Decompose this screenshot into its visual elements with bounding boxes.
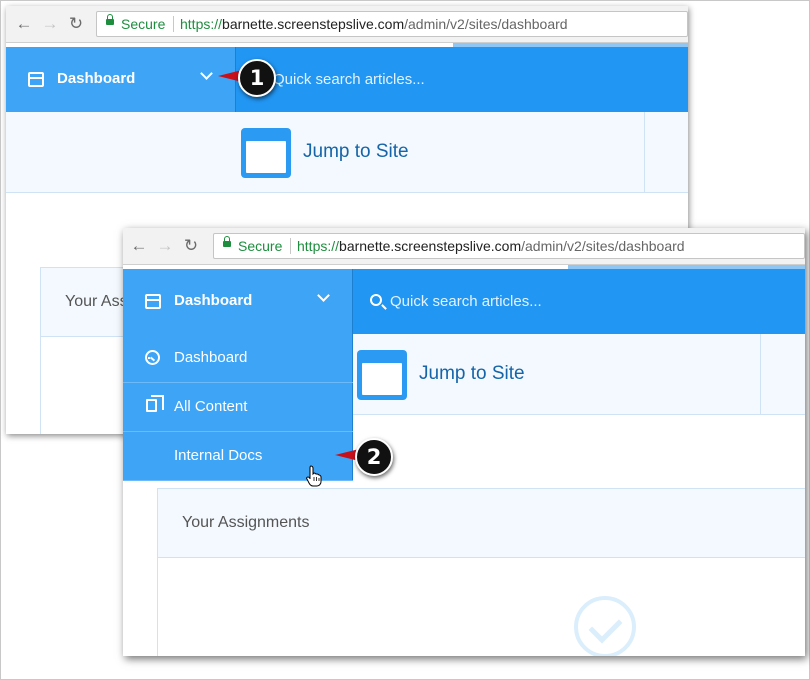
url-text: https://barnette.screenstepslive.com/adm… [297,234,685,258]
check-circle-icon [574,596,636,656]
jump-to-site-link[interactable]: Jump to Site [419,363,525,385]
url-host: barnette.screenstepslive.com [339,238,522,254]
search-icon [370,294,382,306]
assignments-card: Your Assignments [157,488,805,656]
search-bar [354,269,805,334]
dashboard-dropdown-menu: Dashboard All Content Internal Docs [123,334,353,487]
search-input[interactable] [273,67,573,91]
url-scheme: https:// [180,16,223,32]
back-arrow-icon[interactable]: ← [14,14,34,34]
hand-pointer-icon [306,465,322,487]
reload-icon[interactable]: ↻ [66,14,86,34]
step-2-callout: 2 [335,438,399,476]
dropdown-item-label: All Content [174,398,248,415]
browser-window-icon[interactable] [241,128,291,178]
browser-window-front: ← → ↻ Secure https://barnette.screenstep… [123,228,805,656]
chevron-down-icon[interactable] [200,67,213,80]
url-scheme: https:// [297,238,340,254]
url-host: barnette.screenstepslive.com [222,16,405,32]
secure-label: Secure [238,238,283,254]
dropdown-item-dashboard[interactable]: Dashboard [123,334,353,383]
dropdown-item-all-content[interactable]: All Content [123,383,353,432]
app-header: Dashboard [123,269,805,334]
dashboard-menu-button[interactable]: Dashboard [6,47,236,112]
back-arrow-icon[interactable]: ← [129,236,149,256]
url-text: https://barnette.screenstepslive.com/adm… [180,12,568,36]
address-bar[interactable]: Secure https://barnette.screenstepslive.… [213,233,805,259]
assignments-title: Your Ass [65,293,128,310]
address-bar[interactable]: Secure https://barnette.screenstepslive.… [96,11,688,37]
url-separator [290,238,291,254]
reload-icon[interactable]: ↻ [181,236,201,256]
secure-label: Secure [121,16,166,32]
forward-arrow-icon[interactable]: → [40,14,60,34]
copy-icon [146,395,164,412]
jump-to-site-row: Jump to Site [6,112,688,193]
app-header: Dashboard [6,47,688,112]
dashboard-label: Dashboard [174,292,253,309]
lock-icon [223,236,231,247]
dropdown-item-label: Dashboard [174,349,248,366]
browser-window-icon[interactable] [357,350,407,400]
jump-to-site-link[interactable]: Jump to Site [303,141,409,163]
url-path: /admin/v2/sites/dashboard [521,238,685,254]
assignments-header: Your Assignments [158,489,805,558]
dashboard-label: Dashboard [57,70,136,87]
step-1-badge: 1 [238,59,276,97]
browser-toolbar: ← → ↻ Secure https://barnette.screenstep… [123,228,805,265]
dashboard-menu-button[interactable]: Dashboard [123,269,353,334]
chevron-down-icon[interactable] [317,289,330,302]
step-2-badge: 2 [355,438,393,476]
search-input[interactable] [390,289,690,313]
row-divider [760,334,761,415]
search-bar [237,47,688,112]
lock-icon [106,14,114,25]
step-1-callout: 1 [218,59,282,97]
calendar-icon [145,294,161,309]
dropdown-item-label: Internal Docs [174,447,263,464]
calendar-icon [28,72,44,87]
browser-toolbar: ← → ↻ Secure https://barnette.screenstep… [6,6,688,43]
url-separator [173,16,174,32]
url-path: /admin/v2/sites/dashboard [404,16,568,32]
row-divider [644,112,645,193]
assignments-title: Your Assignments [182,514,310,531]
gauge-icon [145,350,160,365]
forward-arrow-icon[interactable]: → [155,236,175,256]
